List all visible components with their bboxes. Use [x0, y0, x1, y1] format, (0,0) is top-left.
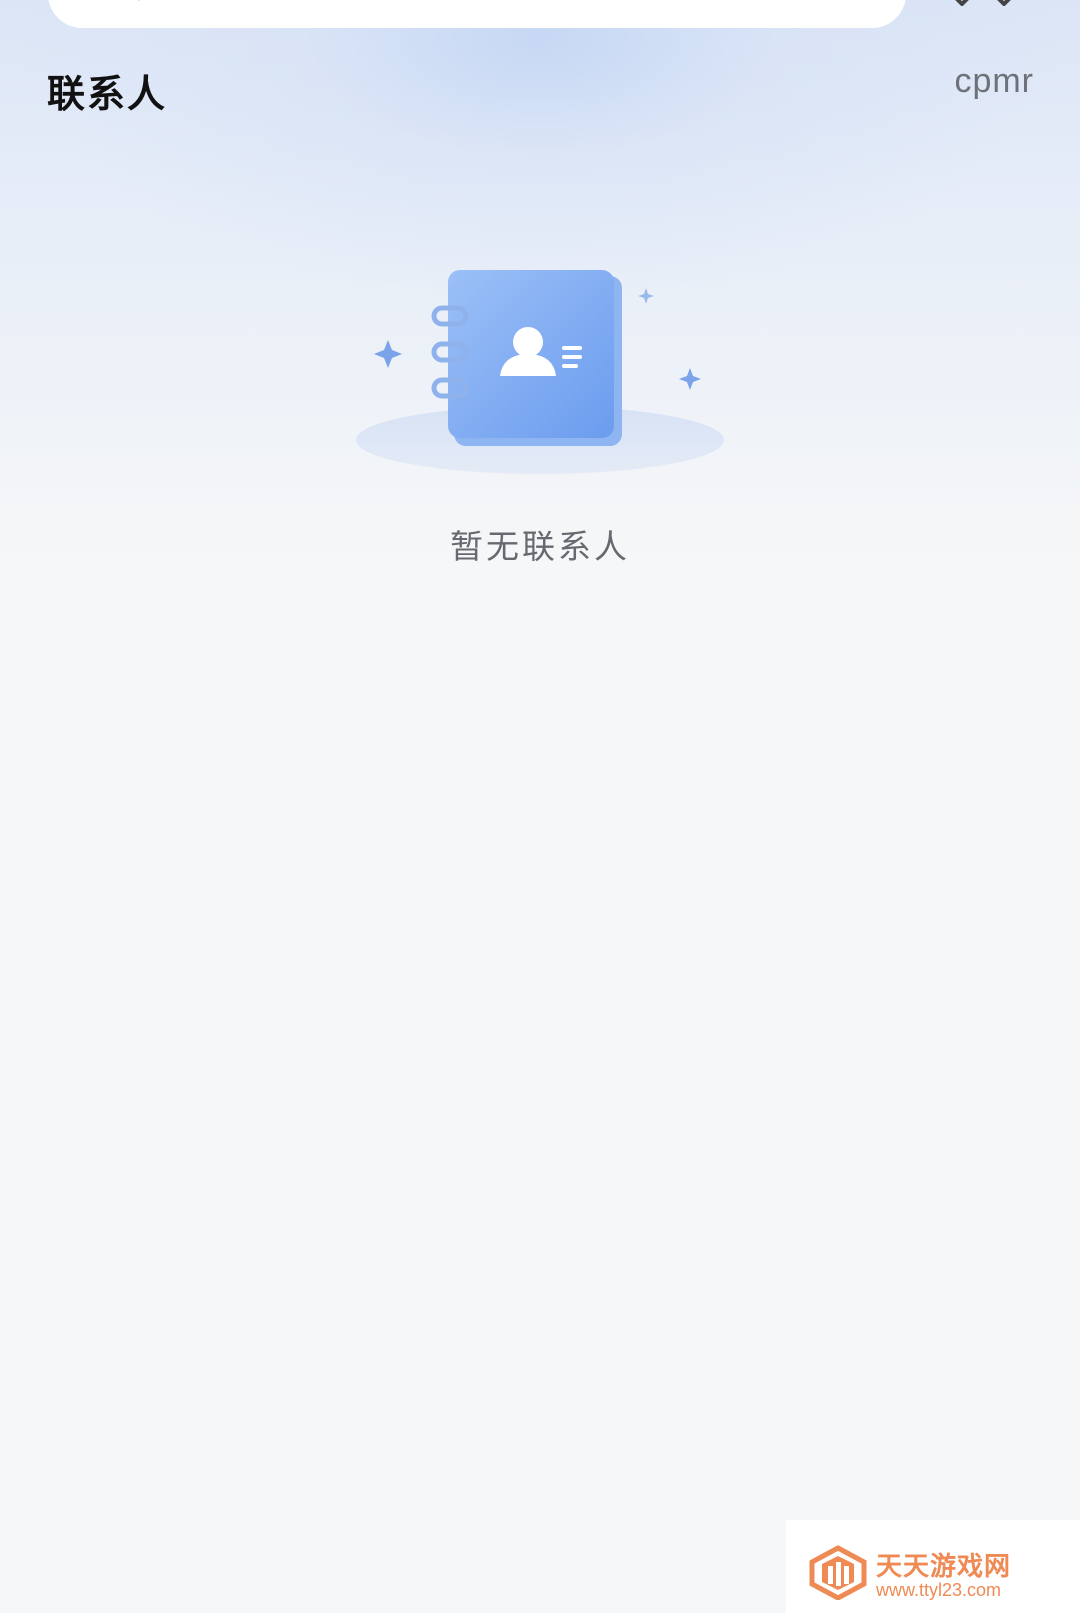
search-icon[interactable] — [118, 0, 142, 2]
line-3 — [562, 364, 578, 368]
line-1 — [562, 346, 582, 350]
watermark-url: www.ttyl23.com — [876, 1580, 1002, 1600]
top-right-icon[interactable] — [948, 0, 1018, 6]
line-2 — [562, 355, 582, 359]
contact-book-icon — [356, 270, 724, 474]
ttyl-logo-icon — [809, 1545, 867, 1600]
empty-state-message: 暂无联系人 — [450, 527, 630, 566]
page-title: 联系人 — [47, 72, 168, 116]
search-bar[interactable] — [48, 0, 906, 28]
sparkle-left — [374, 340, 402, 368]
sparkle-right — [679, 368, 701, 390]
header-right-text[interactable]: cpmr — [954, 62, 1034, 101]
watermark: 天天游戏网 www.ttyl23.com — [786, 1520, 1080, 1613]
watermark-title: 天天游戏网 — [876, 1552, 1012, 1582]
person-head — [513, 327, 543, 357]
sparkle-top — [638, 288, 654, 304]
